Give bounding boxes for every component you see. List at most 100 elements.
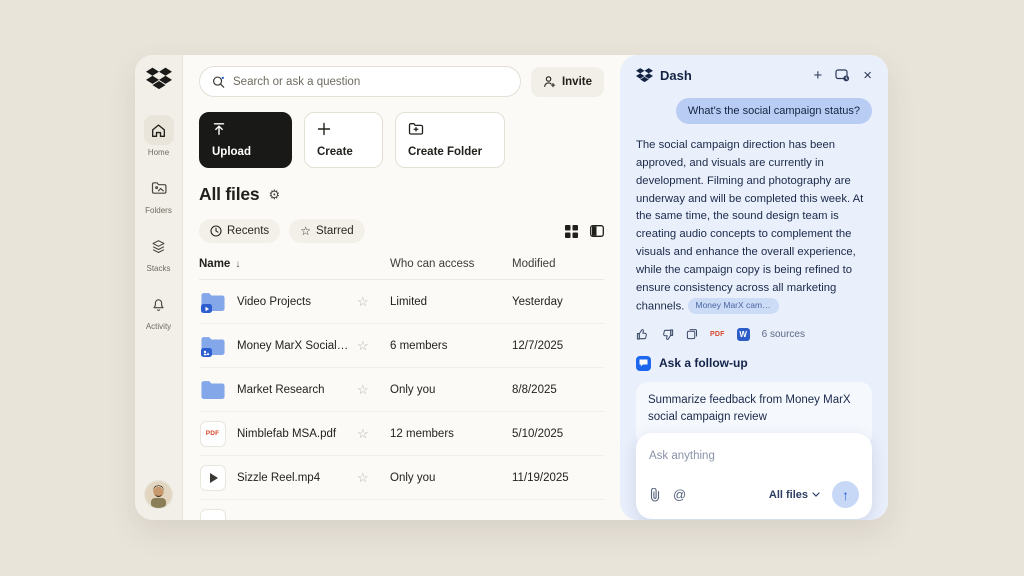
bell-icon (151, 297, 166, 312)
sort-down-icon: ↓ (235, 259, 240, 270)
sidebar-item-activity[interactable]: Activity (135, 289, 182, 331)
file-name: Sizzle Reel.mp4 (237, 472, 357, 484)
star-icon[interactable]: ☆ (357, 294, 390, 310)
star-icon[interactable]: ☆ (357, 382, 390, 398)
star-icon[interactable]: ☆ (357, 338, 390, 354)
dropbox-logo[interactable] (146, 67, 172, 91)
thumbs-down-icon[interactable] (661, 328, 674, 341)
source-pdf-icon[interactable]: PDF (710, 331, 725, 338)
create-folder-button[interactable]: Create Folder (395, 112, 505, 168)
chevron-down-icon (812, 492, 820, 497)
copy-icon[interactable] (686, 328, 698, 340)
plus-icon (317, 122, 331, 136)
feedback-row: PDF W 6 sources (636, 328, 872, 341)
sidebar-item-label: Home (148, 148, 169, 157)
search-input[interactable] (233, 76, 508, 88)
user-avatar[interactable] (145, 481, 172, 508)
create-button[interactable]: Create (304, 112, 383, 168)
sidebar-item-stacks[interactable]: Stacks (135, 231, 182, 273)
dash-title: Dash (660, 68, 692, 83)
close-icon[interactable]: × (863, 68, 872, 83)
invite-person-icon (543, 75, 556, 88)
home-icon (151, 123, 166, 138)
create-folder-icon (408, 122, 424, 136)
column-name[interactable]: Name ↓ (199, 258, 357, 270)
sidebar: Home Folders Stacks Activity (135, 55, 183, 520)
invite-label: Invite (562, 76, 592, 88)
thumbs-up-icon[interactable] (636, 328, 649, 341)
star-icon[interactable]: ☆ (357, 470, 390, 486)
video-file-icon (199, 464, 226, 491)
column-access[interactable]: Who can access (390, 258, 512, 270)
star-icon: ☆ (300, 225, 311, 237)
table-header: Name ↓ Who can access Modified (199, 258, 604, 280)
file-name: Video Projects (237, 296, 357, 308)
send-button[interactable]: ↑ (832, 481, 859, 508)
app-window: Home Folders Stacks Activity (135, 55, 888, 520)
table-row[interactable]: PDF Nimblefab MSA.pdf ☆ 12 members 5/10/… (199, 412, 604, 456)
ai-response: The social campaign direction has been a… (636, 137, 872, 316)
ask-followup-button[interactable]: Ask a follow-up (636, 356, 872, 371)
table-row[interactable]: Market Research ☆ Only you 8/8/2025 (199, 368, 604, 412)
file-access: Only you (390, 472, 512, 484)
main-content: Invite Upload Create Create Folder All f… (183, 55, 620, 520)
file-access: Limited (390, 296, 512, 308)
recents-filter-chip[interactable]: Recents (199, 219, 280, 243)
table-row-partial[interactable] (199, 500, 604, 520)
dash-dropbox-icon (636, 68, 653, 83)
star-icon[interactable]: ☆ (357, 426, 390, 442)
clock-icon (210, 225, 222, 237)
file-name: Market Research (237, 384, 357, 396)
folder-video-icon (199, 288, 226, 315)
sidebar-item-label: Folders (145, 206, 172, 215)
file-modified: 11/19/2025 (512, 472, 604, 484)
file-access: Only you (390, 384, 512, 396)
upload-icon (212, 122, 226, 136)
pdf-file-icon: PDF (199, 420, 226, 447)
file-icon (199, 508, 226, 520)
file-modified: Yesterday (512, 296, 604, 308)
attachment-icon[interactable] (649, 488, 661, 502)
table-row[interactable]: Sizzle Reel.mp4 ☆ Only you 11/19/2025 (199, 456, 604, 500)
dash-panel: Dash + × What's the social campaign stat… (620, 55, 888, 520)
panel-view-icon[interactable] (590, 225, 604, 237)
sidebar-item-home[interactable]: Home (135, 115, 182, 157)
create-label: Create (317, 146, 353, 158)
table-row[interactable]: Video Projects ☆ Limited Yesterday (199, 280, 604, 324)
search-bar[interactable] (199, 66, 521, 97)
folders-icon (151, 181, 167, 195)
composer: @ All files ↑ (636, 433, 872, 519)
column-modified[interactable]: Modified (512, 258, 604, 270)
file-name: Money MarX Social… (237, 340, 357, 352)
starred-filter-chip[interactable]: ☆ Starred (289, 219, 364, 243)
invite-button[interactable]: Invite (531, 67, 604, 97)
search-icon (212, 75, 225, 89)
ask-anything-input[interactable] (649, 450, 859, 462)
gear-icon[interactable]: ⚙ (268, 188, 280, 201)
chat-bubble-icon (636, 356, 651, 371)
sources-count[interactable]: 6 sources (762, 329, 805, 340)
sidebar-item-label: Stacks (146, 264, 170, 273)
folder-shared-icon (199, 332, 226, 359)
history-icon[interactable] (835, 69, 850, 82)
upload-label: Upload (212, 146, 251, 158)
scope-dropdown[interactable]: All files (769, 489, 820, 501)
user-message-bubble: What's the social campaign status? (676, 98, 872, 124)
starred-label: Starred (316, 225, 354, 237)
folder-icon (199, 376, 226, 403)
sidebar-item-label: Activity (146, 322, 171, 331)
file-access: 6 members (390, 340, 512, 352)
sidebar-item-folders[interactable]: Folders (135, 173, 182, 215)
new-chat-icon[interactable]: + (813, 68, 822, 83)
upload-button[interactable]: Upload (199, 112, 292, 168)
mention-icon[interactable]: @ (673, 488, 686, 501)
file-name: Nimblefab MSA.pdf (237, 428, 357, 440)
file-modified: 8/8/2025 (512, 384, 604, 396)
file-modified: 12/7/2025 (512, 340, 604, 352)
grid-view-icon[interactable] (565, 225, 578, 238)
table-row[interactable]: Money MarX Social… ☆ 6 members 12/7/2025 (199, 324, 604, 368)
stacks-icon (151, 239, 166, 254)
ask-followup-label: Ask a follow-up (659, 356, 748, 370)
source-word-icon[interactable]: W (737, 328, 750, 341)
source-citation-chip[interactable]: Money MarX cam… (688, 298, 779, 314)
